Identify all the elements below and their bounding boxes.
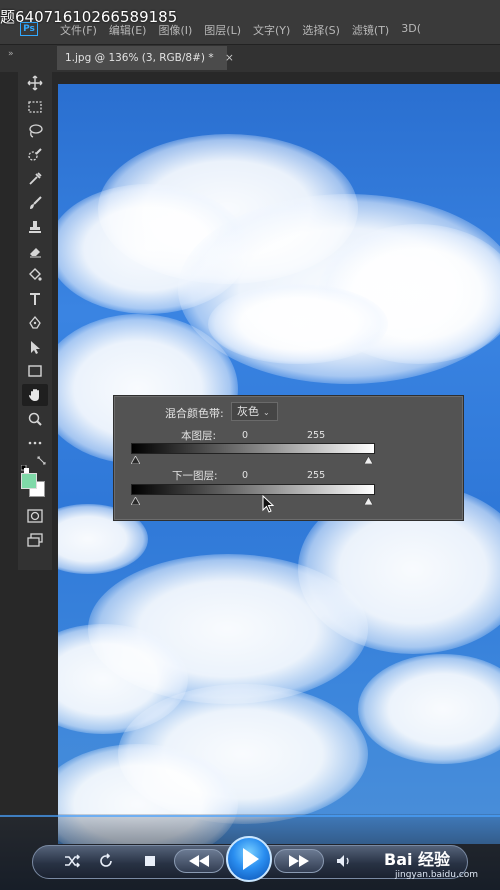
move-tool-icon[interactable] [22,72,48,94]
mouse-cursor-icon [262,495,274,513]
foreground-color-swatch[interactable] [21,473,37,489]
quick-select-tool-icon[interactable] [22,144,48,166]
eyedropper-tool-icon[interactable] [22,168,48,190]
marquee-tool-icon[interactable] [22,96,48,118]
screen-mode-icon[interactable] [22,530,48,552]
stamp-tool-icon[interactable] [22,216,48,238]
type-tool-icon[interactable] [22,288,48,310]
this-layer-black-value: 0 [242,430,249,441]
cloud [208,284,388,364]
menu-select[interactable]: 选择(S) [302,22,340,38]
menu-type[interactable]: 文字(Y) [253,22,290,38]
repeat-icon[interactable] [96,852,116,872]
shuffle-icon[interactable] [62,852,82,872]
quick-mask-icon[interactable] [22,506,48,528]
close-tab-icon[interactable]: × [225,52,234,64]
rectangle-tool-icon[interactable] [22,360,48,382]
default-colors-icon[interactable] [20,458,29,473]
blend-if-channel-value: 灰色 [237,405,259,418]
this-layer-white-value: 255 [307,430,326,441]
rewind-button[interactable] [174,849,224,873]
underlying-layer-gradient-slider[interactable] [131,484,375,495]
menu-3d[interactable]: 3D( [401,22,421,38]
blend-if-channel-select[interactable]: 灰色 ⌄ [231,402,278,421]
blend-if-label: 混合颜色带: [165,407,224,420]
volume-icon[interactable] [334,852,354,872]
underlying-layer-white-handle[interactable] [364,497,373,505]
this-layer-black-handle[interactable] [131,456,140,464]
video-progress-bar[interactable] [0,815,500,817]
more-tools-icon[interactable] [22,432,48,454]
underlying-layer-white-value: 255 [307,470,326,481]
stop-icon[interactable] [140,852,160,872]
cloud [358,654,500,764]
underlying-layer-black-handle[interactable] [131,497,140,505]
screen: Ps 文件(F) 编辑(E) 图像(I) 图层(L) 文字(Y) 选择(S) 滤… [0,0,500,890]
underlying-layer-label: 下一图层: [172,470,218,482]
chevron-down-icon: ⌄ [263,408,270,417]
document-tab[interactable]: 1.jpg @ 136% (3, RGB/8#) * × [57,46,234,70]
collapse-panel-icon[interactable]: » [8,49,14,59]
blend-if-panel: 混合颜色带: 灰色 ⌄ 本图层: 0 255 下一图层: 0 255 [114,396,463,520]
hand-tool-icon[interactable] [22,384,48,406]
paint-bucket-tool-icon[interactable] [22,264,48,286]
zoom-tool-icon[interactable] [22,408,48,430]
fast-forward-button[interactable] [274,849,324,873]
play-button[interactable] [226,836,272,882]
brush-tool-icon[interactable] [22,192,48,214]
eraser-tool-icon[interactable] [22,240,48,262]
pen-tool-icon[interactable] [22,312,48,334]
this-layer-gradient-slider[interactable] [131,443,375,454]
underlying-layer-black-value: 0 [242,470,249,481]
menu-filter[interactable]: 滤镜(T) [352,22,389,38]
this-layer-label: 本图层: [181,430,217,442]
lasso-tool-icon[interactable] [22,120,48,142]
menu-layer[interactable]: 图层(L) [204,22,241,38]
path-select-tool-icon[interactable] [22,336,48,358]
baidu-watermark: Bai 经验 [384,850,451,869]
swap-colors-icon[interactable] [37,456,46,468]
this-layer-white-handle[interactable] [364,456,373,464]
document-tab-label: 1.jpg @ 136% (3, RGB/8#) * [65,52,214,64]
video-title-overlay: 题64071610266589185 [0,8,178,26]
baidu-watermark-url: jingyan.baidu.com [395,870,479,880]
